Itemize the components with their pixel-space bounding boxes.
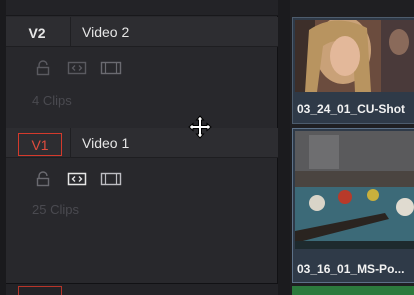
timeline-panel: V2 Video 2 4 Clips V1 Video 1 25 Clips 0…	[0, 0, 414, 295]
auto-select-icon[interactable]	[66, 60, 88, 76]
timeline-track-area[interactable]: 03_24_01_CU-Shot 03_16_01_MS-Po...	[278, 0, 414, 295]
track-id-v1[interactable]: V1	[18, 133, 62, 156]
audio-track-id-marker[interactable]	[18, 286, 62, 295]
clip-label-v1: 03_16_01_MS-Po...	[297, 262, 405, 276]
track-controls-v2	[32, 59, 122, 77]
clip-count-v1: 25 Clips	[32, 202, 79, 217]
filmstrip-icon[interactable]	[100, 171, 122, 187]
track-name-v2[interactable]: Video 2	[82, 24, 129, 40]
timeline-gap	[278, 0, 290, 295]
clip-thumbnail-v2	[295, 20, 414, 92]
track-header-top-strip	[6, 0, 278, 16]
audio-clip-bar[interactable]	[292, 286, 414, 295]
clip-count-v2: 4 Clips	[32, 93, 72, 108]
track-header-v1[interactable]: V1 Video 1 25 Clips	[6, 128, 278, 283]
track-id-divider	[70, 17, 71, 47]
lock-icon[interactable]	[32, 60, 54, 76]
clip-label-v2: 03_24_01_CU-Shot	[297, 102, 406, 116]
track-controls-v1	[32, 170, 122, 188]
filmstrip-icon[interactable]	[100, 60, 122, 76]
audio-track-header-edge	[6, 283, 278, 295]
track-name-row-v2: V2 Video 2	[6, 17, 278, 47]
track-id-divider	[70, 128, 71, 158]
clip-v2[interactable]: 03_24_01_CU-Shot	[292, 17, 414, 124]
move-cursor-icon	[188, 115, 212, 139]
clip-thumbnail-v1	[295, 131, 414, 249]
auto-select-icon[interactable]	[66, 171, 88, 187]
clip-v1[interactable]: 03_16_01_MS-Po...	[292, 128, 414, 283]
track-name-v1[interactable]: Video 1	[82, 135, 129, 151]
track-name-row-v1: V1 Video 1	[6, 128, 278, 158]
track-id-v2[interactable]: V2	[16, 22, 58, 44]
lock-icon[interactable]	[32, 171, 54, 187]
track-header-v2[interactable]: V2 Video 2 4 Clips	[6, 17, 278, 127]
track-headers: V2 Video 2 4 Clips V1 Video 1 25 Clips	[6, 0, 278, 295]
